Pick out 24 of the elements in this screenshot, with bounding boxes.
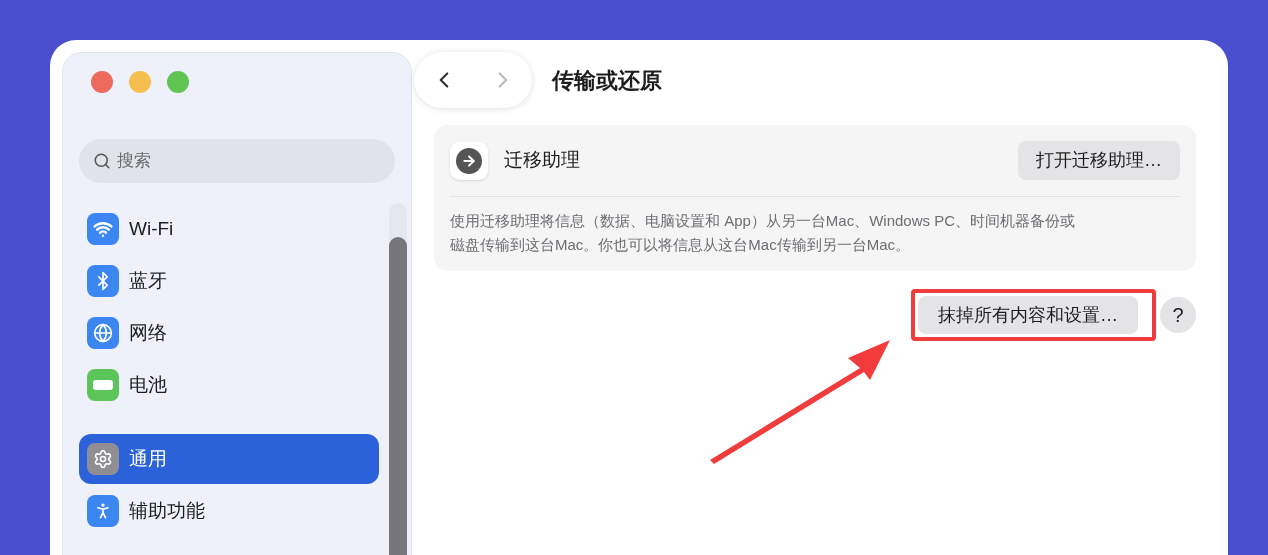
person-icon: [87, 495, 119, 527]
sidebar-item[interactable]: 电池: [79, 360, 379, 410]
bluetooth-icon: [87, 265, 119, 297]
sidebar-item[interactable]: Wi-Fi: [79, 204, 379, 254]
help-button[interactable]: ?: [1160, 297, 1196, 333]
search-icon: [93, 152, 111, 170]
erase-button[interactable]: 抹掉所有内容和设置…: [918, 296, 1138, 334]
minimize-window-button[interactable]: [129, 71, 151, 93]
migration-description: 使用迁移助理将信息（数据、电脑设置和 App）从另一台Mac、Windows PC、时间机器备份或磁盘传输到这台Mac。你也可以将信息从这台Mac传输到另一台Mac。: [450, 211, 1077, 255]
battery-icon: [87, 369, 119, 401]
migration-label: 迁移助理: [504, 148, 580, 173]
migration-app-icon: [450, 141, 488, 180]
gear-icon: [87, 443, 119, 475]
sidebar-item[interactable]: 网络: [79, 308, 379, 358]
sidebar-item[interactable]: 辅助功能: [79, 486, 379, 536]
close-window-button[interactable]: [91, 71, 113, 93]
sidebar-item[interactable]: 通用: [79, 434, 379, 484]
zoom-window-button[interactable]: [167, 71, 189, 93]
globe-icon: [87, 317, 119, 349]
sidebar-item[interactable]: 蓝牙: [79, 256, 379, 306]
wifi-icon: [87, 213, 119, 245]
open-migration-button[interactable]: 打开迁移助理…: [1018, 141, 1180, 180]
page-title: 传输或还原: [552, 66, 662, 95]
search-field[interactable]: 搜索: [79, 139, 395, 183]
